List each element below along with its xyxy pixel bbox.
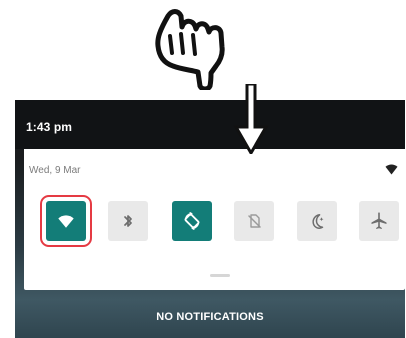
- mobile-data-tile[interactable]: [234, 201, 274, 241]
- rotate-icon: [184, 212, 200, 230]
- airplane-mode-tile[interactable]: [359, 201, 399, 241]
- auto-rotate-tile[interactable]: [172, 201, 212, 241]
- status-time: 1:43 pm: [26, 120, 73, 134]
- hand-pointing-down-icon: [155, 9, 225, 90]
- arrow-down-icon: [233, 84, 269, 154]
- android-screen: 1:43 pm Wed, 9 Mar NO NOTIFICATIONS: [15, 100, 405, 338]
- airplane-icon: [371, 212, 387, 229]
- wifi-tile[interactable]: [40, 195, 92, 247]
- tutorial-screenshot: 1:43 pm Wed, 9 Mar NO NOTIFICATIONS: [0, 0, 406, 338]
- no-sim-icon: [248, 214, 261, 228]
- quick-settings-tiles: [24, 195, 405, 247]
- bluetooth-tile[interactable]: [108, 201, 148, 241]
- wifi-icon: [58, 215, 74, 228]
- status-bar: 1:43 pm: [15, 100, 405, 149]
- no-notifications-label: NO NOTIFICATIONS: [156, 311, 264, 323]
- quick-settings-date: Wed, 9 Mar: [29, 165, 81, 176]
- moon-icon: [312, 214, 324, 229]
- bluetooth-icon: [124, 215, 132, 227]
- night-mode-tile[interactable]: [297, 201, 337, 241]
- quick-settings-panel: Wed, 9 Mar: [24, 149, 405, 290]
- wifi-signal-icon: [385, 164, 398, 175]
- panel-drag-handle[interactable]: [210, 274, 230, 277]
